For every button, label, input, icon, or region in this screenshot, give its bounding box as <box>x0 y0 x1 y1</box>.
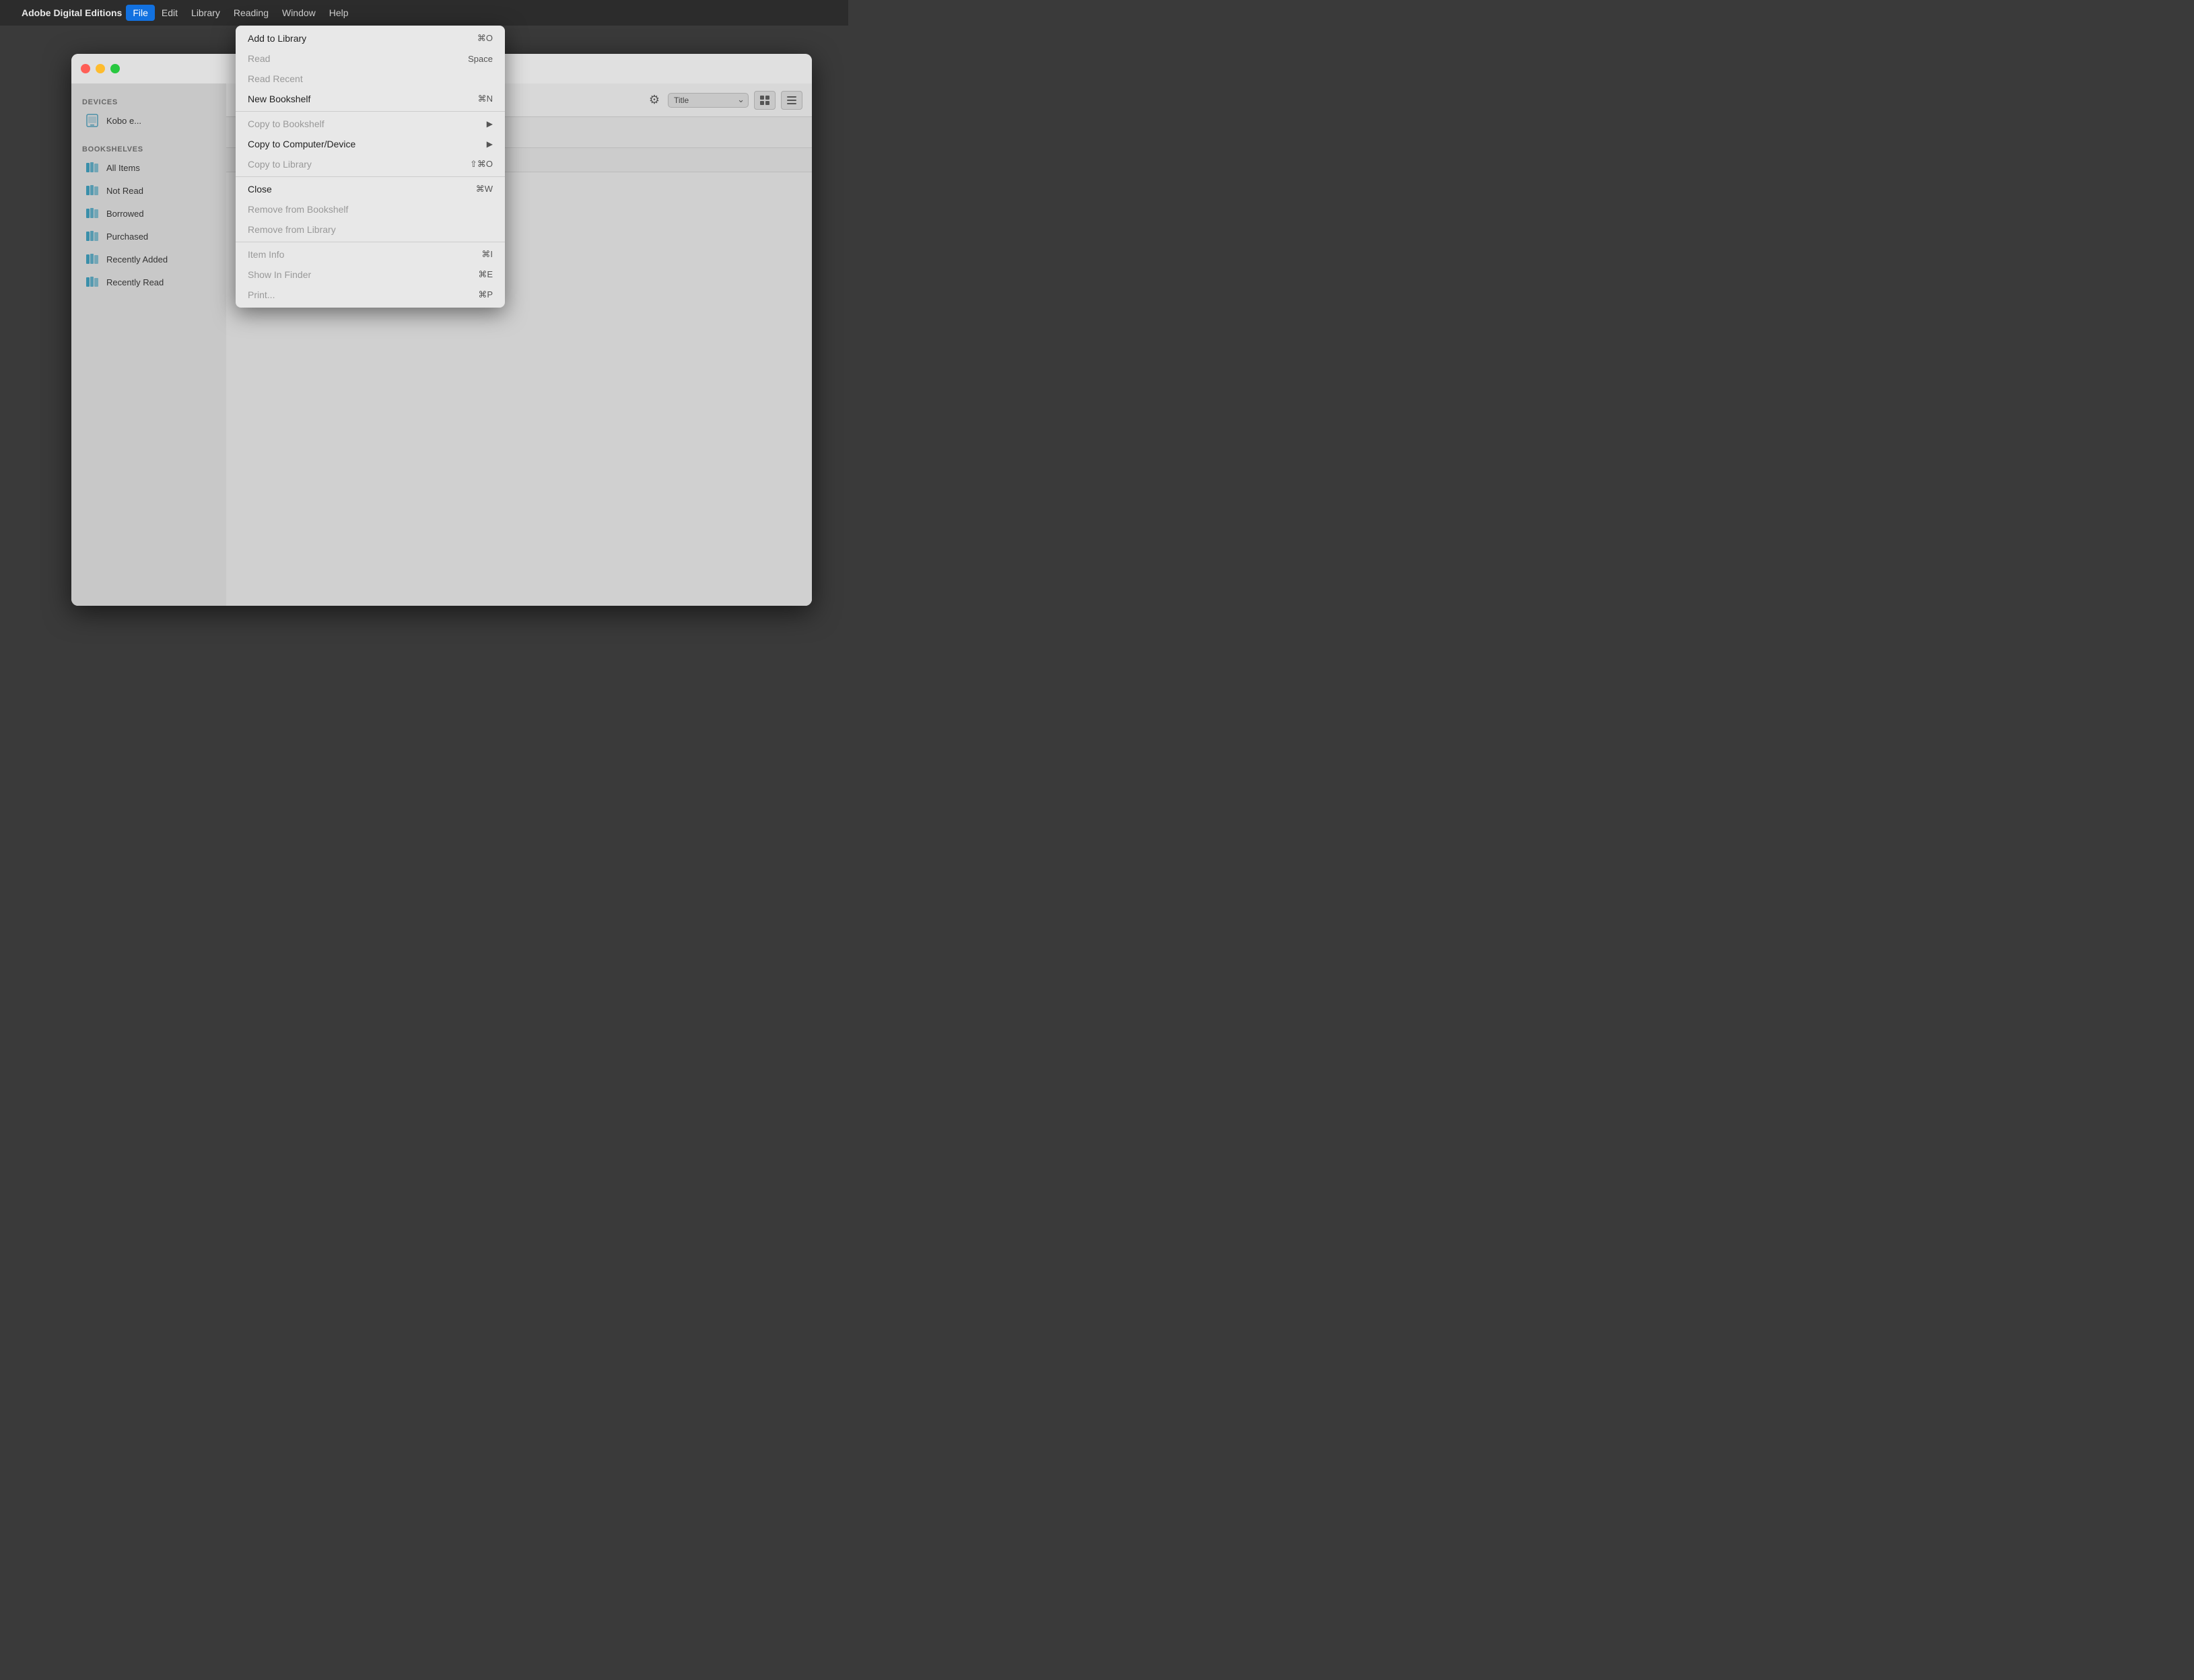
copy-to-computer-label: Copy to Computer/Device <box>248 139 355 149</box>
print-shortcut: ⌘P <box>478 289 493 300</box>
menu-file[interactable]: File <box>126 5 155 21</box>
remove-from-library-label: Remove from Library <box>248 224 336 235</box>
borrowed-icon <box>85 206 100 221</box>
item-info-shortcut: ⌘I <box>481 249 493 260</box>
all-items-label: All Items <box>106 163 140 173</box>
menu-library[interactable]: Library <box>184 5 227 21</box>
recently-read-icon <box>85 275 100 289</box>
new-bookshelf-shortcut: ⌘N <box>478 94 493 104</box>
separator-1 <box>236 111 505 112</box>
new-bookshelf-label: New Bookshelf <box>248 94 310 104</box>
copy-to-library-shortcut: ⇧⌘O <box>470 159 493 170</box>
copy-to-computer-arrow: ▶ <box>487 139 493 149</box>
menu-window[interactable]: Window <box>275 5 322 21</box>
all-items-icon <box>85 160 100 175</box>
recently-added-label: Recently Added <box>106 254 168 265</box>
menu-read-recent[interactable]: Read Recent <box>236 69 505 89</box>
menu-copy-to-bookshelf[interactable]: Copy to Bookshelf ▶ <box>236 114 505 134</box>
menu-remove-from-library[interactable]: Remove from Library <box>236 219 505 240</box>
sidebar-item-recently-added[interactable]: Recently Added <box>74 248 224 271</box>
sidebar-item-recently-read[interactable]: Recently Read <box>74 271 224 293</box>
show-in-finder-shortcut: ⌘E <box>478 269 493 280</box>
menu-edit[interactable]: Edit <box>155 5 184 21</box>
menu-help[interactable]: Help <box>322 5 355 21</box>
sidebar-item-borrowed[interactable]: Borrowed <box>74 202 224 225</box>
not-read-label: Not Read <box>106 186 143 196</box>
close-label: Close <box>248 184 272 195</box>
show-in-finder-label: Show In Finder <box>248 269 311 280</box>
menu-copy-to-computer[interactable]: Copy to Computer/Device ▶ <box>236 134 505 154</box>
purchased-label: Purchased <box>106 232 148 242</box>
sort-dropdown-wrapper: Title Author Recent <box>668 93 749 108</box>
kobo-label: Kobo e... <box>106 116 141 126</box>
recently-added-icon <box>85 252 100 267</box>
menu-reading[interactable]: Reading <box>227 5 275 21</box>
device-icon <box>85 113 100 128</box>
bookshelves-section-title: Bookshelves <box>71 140 226 156</box>
read-recent-label: Read Recent <box>248 73 303 84</box>
app-name-label: Adobe Digital Editions <box>22 7 122 18</box>
menubar: Adobe Digital Editions File Edit Library… <box>0 0 848 26</box>
menu-copy-to-library[interactable]: Copy to Library ⇧⌘O <box>236 154 505 174</box>
remove-from-bookshelf-label: Remove from Bookshelf <box>248 204 348 215</box>
sort-dropdown[interactable]: Title Author Recent <box>668 93 749 108</box>
add-to-library-shortcut: ⌘O <box>477 33 493 44</box>
read-shortcut: Space <box>468 54 493 64</box>
separator-2 <box>236 176 505 177</box>
maximize-button[interactable] <box>110 64 120 73</box>
close-shortcut: ⌘W <box>476 184 493 195</box>
menu-show-in-finder[interactable]: Show In Finder ⌘E <box>236 265 505 285</box>
menu-read[interactable]: Read Space <box>236 48 505 69</box>
copy-to-library-label: Copy to Library <box>248 159 312 170</box>
grid-view-button[interactable] <box>754 91 776 110</box>
menu-remove-from-bookshelf[interactable]: Remove from Bookshelf <box>236 199 505 219</box>
sidebar-item-all-items[interactable]: All Items <box>74 156 224 179</box>
not-read-icon <box>85 183 100 198</box>
print-label: Print... <box>248 289 275 300</box>
purchased-icon <box>85 229 100 244</box>
minimize-button[interactable] <box>96 64 105 73</box>
menu-print[interactable]: Print... ⌘P <box>236 285 505 305</box>
menu-close[interactable]: Close ⌘W <box>236 179 505 199</box>
read-label: Read <box>248 53 270 64</box>
sidebar: Devices Kobo e... Bookshelves <box>71 83 226 606</box>
copy-to-bookshelf-arrow: ▶ <box>487 119 493 129</box>
menu-new-bookshelf[interactable]: New Bookshelf ⌘N <box>236 89 505 109</box>
recently-read-label: Recently Read <box>106 277 164 287</box>
gear-icon[interactable]: ⚙ <box>646 92 662 108</box>
sidebar-item-purchased[interactable]: Purchased <box>74 225 224 248</box>
copy-to-bookshelf-label: Copy to Bookshelf <box>248 118 324 129</box>
sidebar-item-kobo[interactable]: Kobo e... <box>74 109 224 132</box>
add-to-library-label: Add to Library <box>248 33 306 44</box>
toolbar-right: ⚙ Title Author Recent <box>646 91 802 110</box>
menu-item-info[interactable]: Item Info ⌘I <box>236 244 505 265</box>
menu-add-to-library[interactable]: Add to Library ⌘O <box>236 28 505 48</box>
borrowed-label: Borrowed <box>106 209 144 219</box>
file-dropdown-menu[interactable]: Add to Library ⌘O Read Space Read Recent… <box>236 26 505 308</box>
traffic-lights <box>81 64 120 73</box>
close-button[interactable] <box>81 64 90 73</box>
item-info-label: Item Info <box>248 249 284 260</box>
devices-section-title: Devices <box>71 93 226 109</box>
list-view-button[interactable] <box>781 91 802 110</box>
sidebar-item-not-read[interactable]: Not Read <box>74 179 224 202</box>
